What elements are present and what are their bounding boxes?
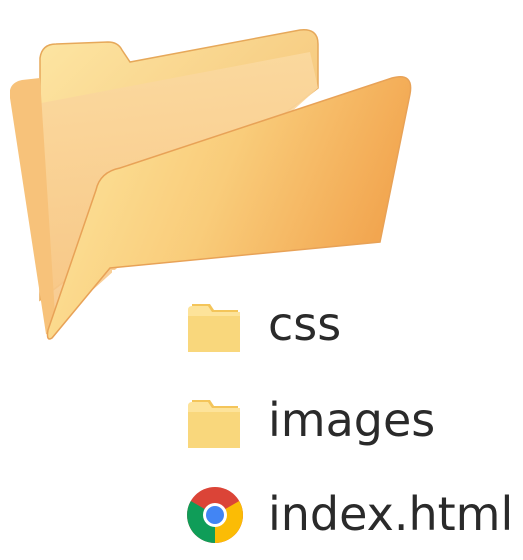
file-name: index.html <box>268 487 514 541</box>
list-item-css[interactable]: css <box>180 290 523 360</box>
file-name: css <box>268 297 342 351</box>
list-item-images[interactable]: images <box>180 386 523 456</box>
folder-contents-view: css images index.html <box>0 0 523 560</box>
list-item-index-html[interactable]: index.html <box>180 480 523 550</box>
open-folder-icon <box>10 29 412 350</box>
folder-icon <box>188 400 240 448</box>
folder-icon <box>188 304 240 352</box>
file-name: images <box>268 393 436 447</box>
chrome-icon <box>187 487 243 543</box>
